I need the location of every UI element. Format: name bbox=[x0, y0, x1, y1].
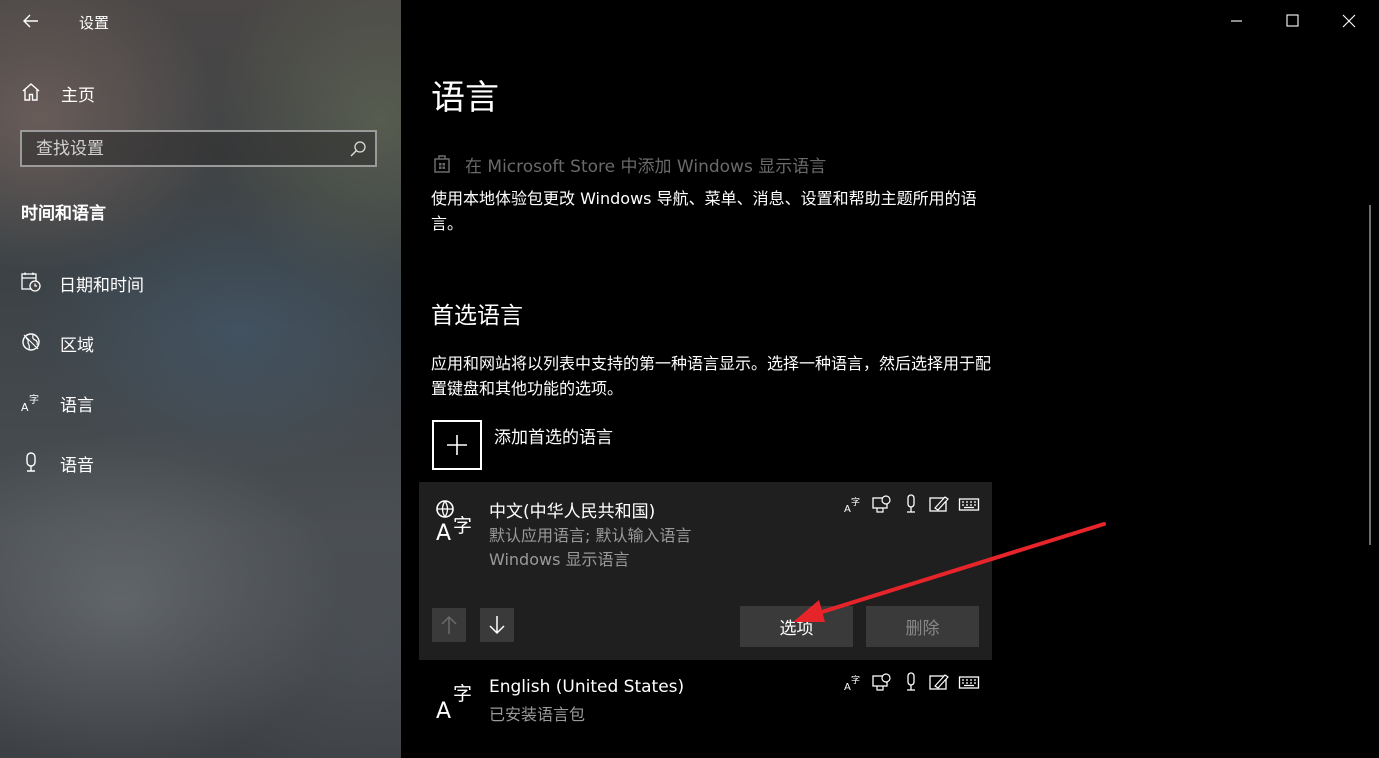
language-status: 已安装语言包 bbox=[489, 705, 586, 724]
sidebar-item-date-time[interactable]: 日期和时间 bbox=[0, 260, 401, 304]
move-down-button[interactable] bbox=[480, 608, 514, 642]
globe-region-icon bbox=[22, 333, 40, 351]
text-to-speech-icon bbox=[872, 673, 891, 691]
back-button[interactable] bbox=[14, 6, 48, 36]
language-name: English (United States) bbox=[489, 677, 685, 697]
svg-text:A: A bbox=[844, 682, 851, 692]
minimize-button[interactable] bbox=[1215, 4, 1257, 38]
display-language-icon: A 字 bbox=[844, 496, 860, 514]
sidebar-item-label: 日期和时间 bbox=[59, 276, 144, 296]
svg-text:A: A bbox=[21, 401, 29, 413]
speech-recognition-icon bbox=[907, 494, 915, 513]
plus-icon bbox=[447, 435, 467, 455]
svg-text:字: 字 bbox=[851, 496, 860, 508]
arrow-down-icon bbox=[489, 616, 505, 635]
remove-button[interactable]: 删除 bbox=[866, 606, 979, 647]
search-icon[interactable] bbox=[349, 140, 367, 158]
maximize-button[interactable] bbox=[1271, 4, 1313, 38]
svg-text:字: 字 bbox=[453, 683, 472, 705]
plus-box bbox=[432, 420, 482, 470]
arrow-up-icon bbox=[441, 615, 457, 634]
language-item-selected[interactable]: A 字 中文(中华人民共和国) 默认应用语言; 默认输入语言 Windows 显… bbox=[419, 482, 992, 660]
scrollbar[interactable] bbox=[1369, 205, 1371, 545]
sidebar-item-region[interactable]: 区域 bbox=[0, 320, 401, 364]
search-input[interactable] bbox=[22, 132, 342, 165]
svg-text:字: 字 bbox=[29, 393, 39, 406]
sidebar-item-language[interactable]: A 字 语言 bbox=[0, 380, 401, 424]
back-arrow-icon bbox=[23, 14, 38, 28]
sidebar-item-label: 主页 bbox=[61, 86, 95, 106]
move-up-button[interactable] bbox=[432, 608, 466, 642]
handwriting-icon bbox=[929, 674, 949, 690]
svg-text:A: A bbox=[436, 699, 451, 722]
speech-recognition-icon bbox=[907, 672, 915, 691]
language-name: 中文(中华人民共和国) bbox=[489, 502, 656, 522]
language-status-display: Windows 显示语言 bbox=[489, 550, 630, 569]
minimize-icon bbox=[1231, 20, 1242, 22]
preferred-languages-description: 应用和网站将以列表中支持的第一种语言显示。选择一种语言，然后选择用于配置键盘和其… bbox=[431, 354, 992, 398]
svg-text:A: A bbox=[844, 504, 851, 514]
add-language-label: 添加首选的语言 bbox=[494, 428, 613, 448]
store-bag-icon bbox=[434, 155, 450, 173]
svg-text:字: 字 bbox=[851, 674, 860, 686]
svg-text:字: 字 bbox=[453, 515, 472, 537]
keyboard-icon bbox=[958, 676, 980, 689]
options-button[interactable]: 选项 bbox=[740, 606, 853, 647]
language-pack-icon: A 字 bbox=[436, 500, 472, 544]
main-content: 语言 在 Microsoft Store 中添加 Windows 显示语言 使用… bbox=[401, 0, 1379, 758]
close-button[interactable] bbox=[1328, 4, 1370, 38]
preferred-languages-title: 首选语言 bbox=[431, 303, 523, 329]
search-box bbox=[20, 130, 377, 167]
window-title: 设置 bbox=[79, 14, 110, 32]
language-status: 默认应用语言; 默认输入语言 bbox=[489, 526, 692, 545]
keyboard-icon bbox=[958, 498, 980, 511]
svg-text:A: A bbox=[436, 521, 451, 544]
language-icon: A 字 bbox=[21, 393, 39, 413]
maximize-icon bbox=[1286, 14, 1299, 27]
microphone-icon bbox=[26, 452, 36, 472]
sidebar-item-home[interactable]: 主页 bbox=[0, 70, 401, 114]
page-title: 语言 bbox=[431, 78, 499, 118]
calendar-clock-icon bbox=[21, 272, 41, 292]
section-title: 时间和语言 bbox=[21, 204, 106, 224]
store-description: 使用本地体验包更改 Windows 导航、菜单、消息、设置和帮助主题所用的语言。 bbox=[431, 189, 977, 233]
close-icon bbox=[1342, 14, 1356, 28]
home-icon bbox=[22, 83, 40, 101]
store-link-text: 在 Microsoft Store 中添加 Windows 显示语言 bbox=[465, 157, 827, 177]
add-language-button[interactable]: 添加首选的语言 bbox=[431, 419, 731, 471]
sidebar-item-label: 语音 bbox=[60, 456, 94, 476]
language-pack-icon: A 字 bbox=[436, 683, 472, 722]
handwriting-icon bbox=[929, 496, 949, 512]
display-language-icon: A 字 bbox=[844, 674, 860, 692]
sidebar-item-label: 语言 bbox=[60, 396, 94, 416]
sidebar: 设置 主页 时间和语言 日期和时间 区域 A bbox=[0, 0, 401, 758]
sidebar-item-label: 区域 bbox=[60, 336, 94, 356]
text-to-speech-icon bbox=[872, 495, 891, 513]
sidebar-item-speech[interactable]: 语音 bbox=[0, 440, 401, 484]
